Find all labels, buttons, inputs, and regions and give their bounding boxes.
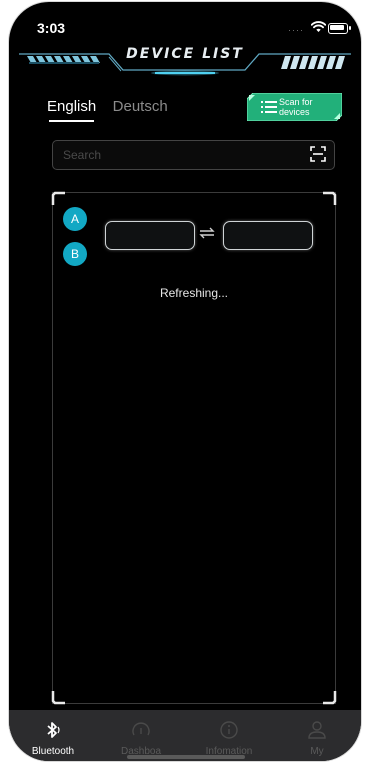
scan-label-line1: Scan for [279, 97, 313, 107]
bottom-tab-bar: Bluetooth Dashboa Infomation My [9, 710, 361, 761]
device-a-badge[interactable]: A [63, 207, 87, 231]
language-tabs: English Deutsch [47, 98, 180, 122]
refresh-status: Refreshing... [159, 286, 229, 300]
device-b-badge[interactable]: B [63, 242, 87, 266]
corner-decoration [51, 191, 65, 205]
tab-deutsch[interactable]: Deutsch [113, 98, 168, 115]
signal-icon: ···· [288, 25, 304, 35]
status-time: 3:03 [37, 20, 66, 36]
search-input[interactable] [61, 145, 295, 165]
tab-dashboard[interactable]: Dashboa [97, 710, 185, 761]
phone-screen: 3:03 ···· DEVICE LIST English Deutsch Sc… [9, 2, 361, 761]
battery-icon [328, 23, 351, 34]
tab-my[interactable]: My [273, 710, 361, 761]
bluetooth-icon [47, 722, 60, 738]
scan-button-label: Scan for devices [279, 97, 313, 117]
tab-information[interactable]: Infomation [185, 710, 273, 761]
device-b-slot[interactable] [223, 221, 313, 250]
status-bar: 3:03 ···· [9, 2, 361, 42]
tab-bluetooth[interactable]: Bluetooth [9, 710, 97, 761]
info-icon [220, 721, 238, 739]
corner-decoration [323, 191, 337, 205]
corner-decoration [51, 691, 65, 705]
wifi-icon [311, 21, 326, 32]
tab-english[interactable]: English [47, 98, 96, 122]
person-icon [308, 721, 326, 739]
corner-decoration [323, 691, 337, 705]
home-indicator [127, 755, 245, 759]
tab-my-label: My [310, 746, 324, 757]
search-bar [52, 140, 335, 170]
qr-scan-icon[interactable] [310, 146, 326, 162]
speedometer-icon [132, 722, 150, 736]
tab-bluetooth-label: Bluetooth [31, 746, 75, 757]
device-a-slot[interactable] [105, 221, 195, 250]
header: DEVICE LIST [9, 42, 361, 78]
list-icon [261, 101, 277, 113]
swap-icon[interactable] [198, 225, 216, 241]
scan-label-line2: devices [279, 107, 310, 117]
page-title: DEVICE LIST [126, 46, 244, 62]
device-list-panel: A B Refreshing... [51, 191, 337, 705]
scan-for-devices-button[interactable]: Scan for devices [247, 93, 342, 121]
